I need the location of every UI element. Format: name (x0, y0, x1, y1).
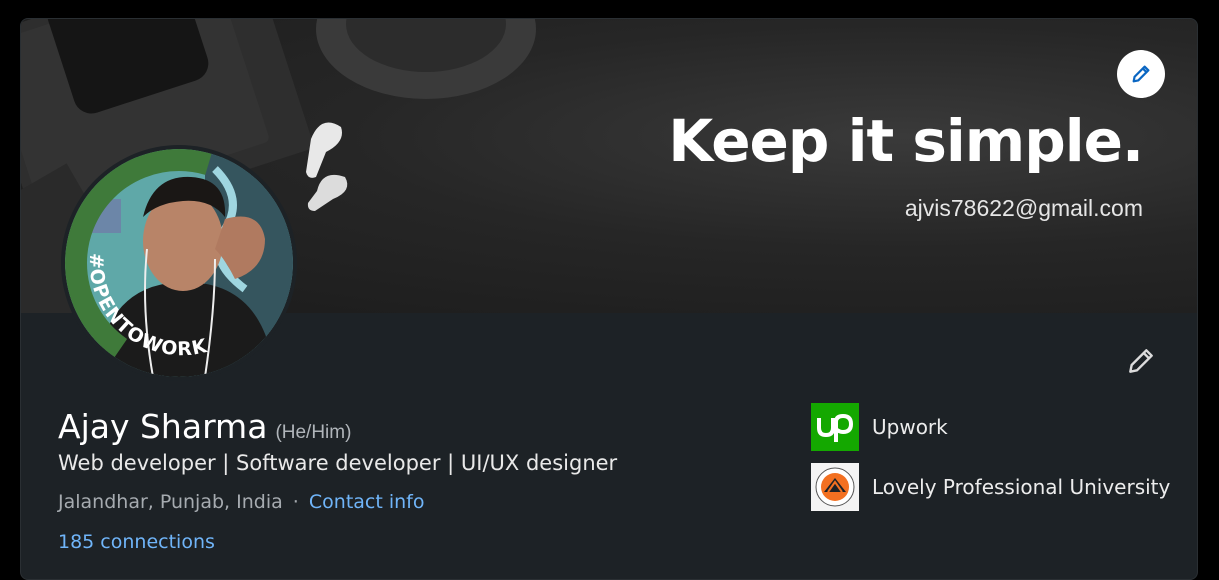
connections-link[interactable]: 185 connections (58, 531, 215, 553)
contact-info-link[interactable]: Contact info (309, 491, 425, 513)
profile-location: Jalandhar, Punjab, India (58, 491, 283, 513)
lpu-logo (811, 463, 859, 511)
profile-headline: Web developer | Software developer | UI/… (58, 451, 618, 475)
location-row: Jalandhar, Punjab, India · Contact info (58, 491, 425, 513)
org-item-upwork[interactable]: Upwork (811, 403, 948, 451)
name-row: Ajay Sharma (He/Him) (58, 407, 351, 446)
upwork-logo-mark (817, 413, 854, 442)
pencil-icon (1132, 65, 1150, 83)
avatar: #OPENTOWORK (65, 149, 293, 377)
profile-name: Ajay Sharma (58, 407, 268, 446)
edit-banner-button[interactable] (1117, 50, 1165, 98)
banner-headline: Keep it simple. (668, 107, 1144, 175)
lpu-logo-mark (815, 467, 855, 507)
upwork-logo (811, 403, 859, 451)
separator-dot: · (292, 491, 299, 513)
banner-email: ajvis78622@gmail.com (904, 195, 1143, 221)
org-item-lpu[interactable]: Lovely Professional University (811, 463, 1170, 511)
profile-pronouns: (He/Him) (275, 422, 352, 443)
profile-card: Keep it simple. ajvis78622@gmail.com #OP… (20, 18, 1198, 580)
profile-photo[interactable]: #OPENTOWORK (61, 145, 297, 381)
org-name-upwork: Upwork (872, 415, 948, 439)
pencil-icon (1129, 349, 1153, 373)
edit-profile-button[interactable] (1123, 343, 1159, 379)
org-name-lpu: Lovely Professional University (872, 475, 1171, 499)
